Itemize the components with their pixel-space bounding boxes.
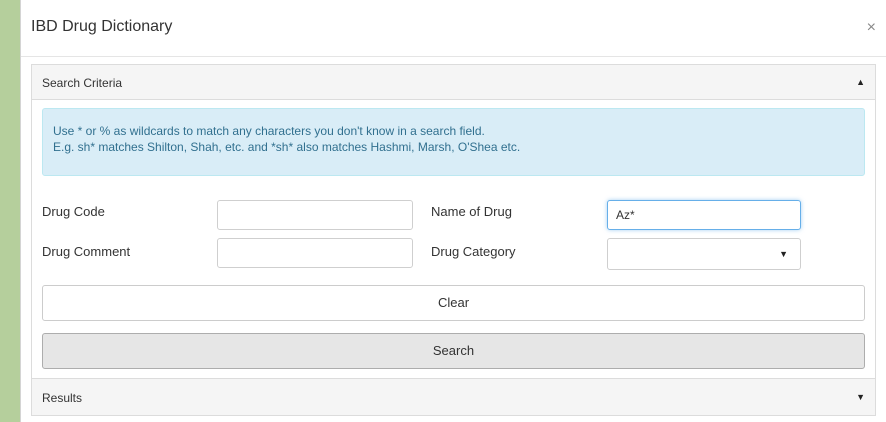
chevron-up-icon: ▲ bbox=[856, 77, 865, 87]
chevron-down-icon: ▼ bbox=[856, 392, 865, 402]
clear-button[interactable]: Clear bbox=[42, 285, 865, 321]
search-criteria-label: Search Criteria bbox=[42, 76, 123, 90]
results-panel-header[interactable]: Results ▼ bbox=[31, 378, 876, 416]
search-criteria-panel-header[interactable]: Search Criteria ▲ bbox=[31, 64, 876, 100]
drug-category-select[interactable]: ▼ bbox=[607, 238, 801, 270]
search-criteria-panel-body: Use * or % as wildcards to match any cha… bbox=[31, 98, 876, 378]
dialog-header: IBD Drug Dictionary × bbox=[21, 0, 886, 57]
name-of-drug-input[interactable] bbox=[607, 200, 801, 230]
info-line-2: E.g. sh* matches Shilton, Shah, etc. and… bbox=[53, 140, 521, 154]
close-icon[interactable]: × bbox=[867, 20, 876, 36]
search-button[interactable]: Search bbox=[42, 333, 865, 369]
wildcard-info-box: Use * or % as wildcards to match any cha… bbox=[42, 108, 865, 176]
chevron-down-icon: ▼ bbox=[779, 249, 788, 259]
drug-code-input[interactable] bbox=[217, 200, 413, 230]
name-of-drug-label: Name of Drug bbox=[431, 204, 512, 219]
drug-dictionary-dialog: IBD Drug Dictionary × Search Criteria ▲ … bbox=[20, 0, 886, 422]
drug-comment-label: Drug Comment bbox=[42, 244, 131, 259]
results-label: Results bbox=[42, 391, 83, 405]
info-line-1: Use * or % as wildcards to match any cha… bbox=[53, 124, 485, 138]
dialog-title: IBD Drug Dictionary bbox=[31, 18, 173, 35]
drug-category-label: Drug Category bbox=[431, 244, 516, 259]
drug-comment-input[interactable] bbox=[217, 238, 413, 268]
drug-code-label: Drug Code bbox=[42, 204, 105, 219]
